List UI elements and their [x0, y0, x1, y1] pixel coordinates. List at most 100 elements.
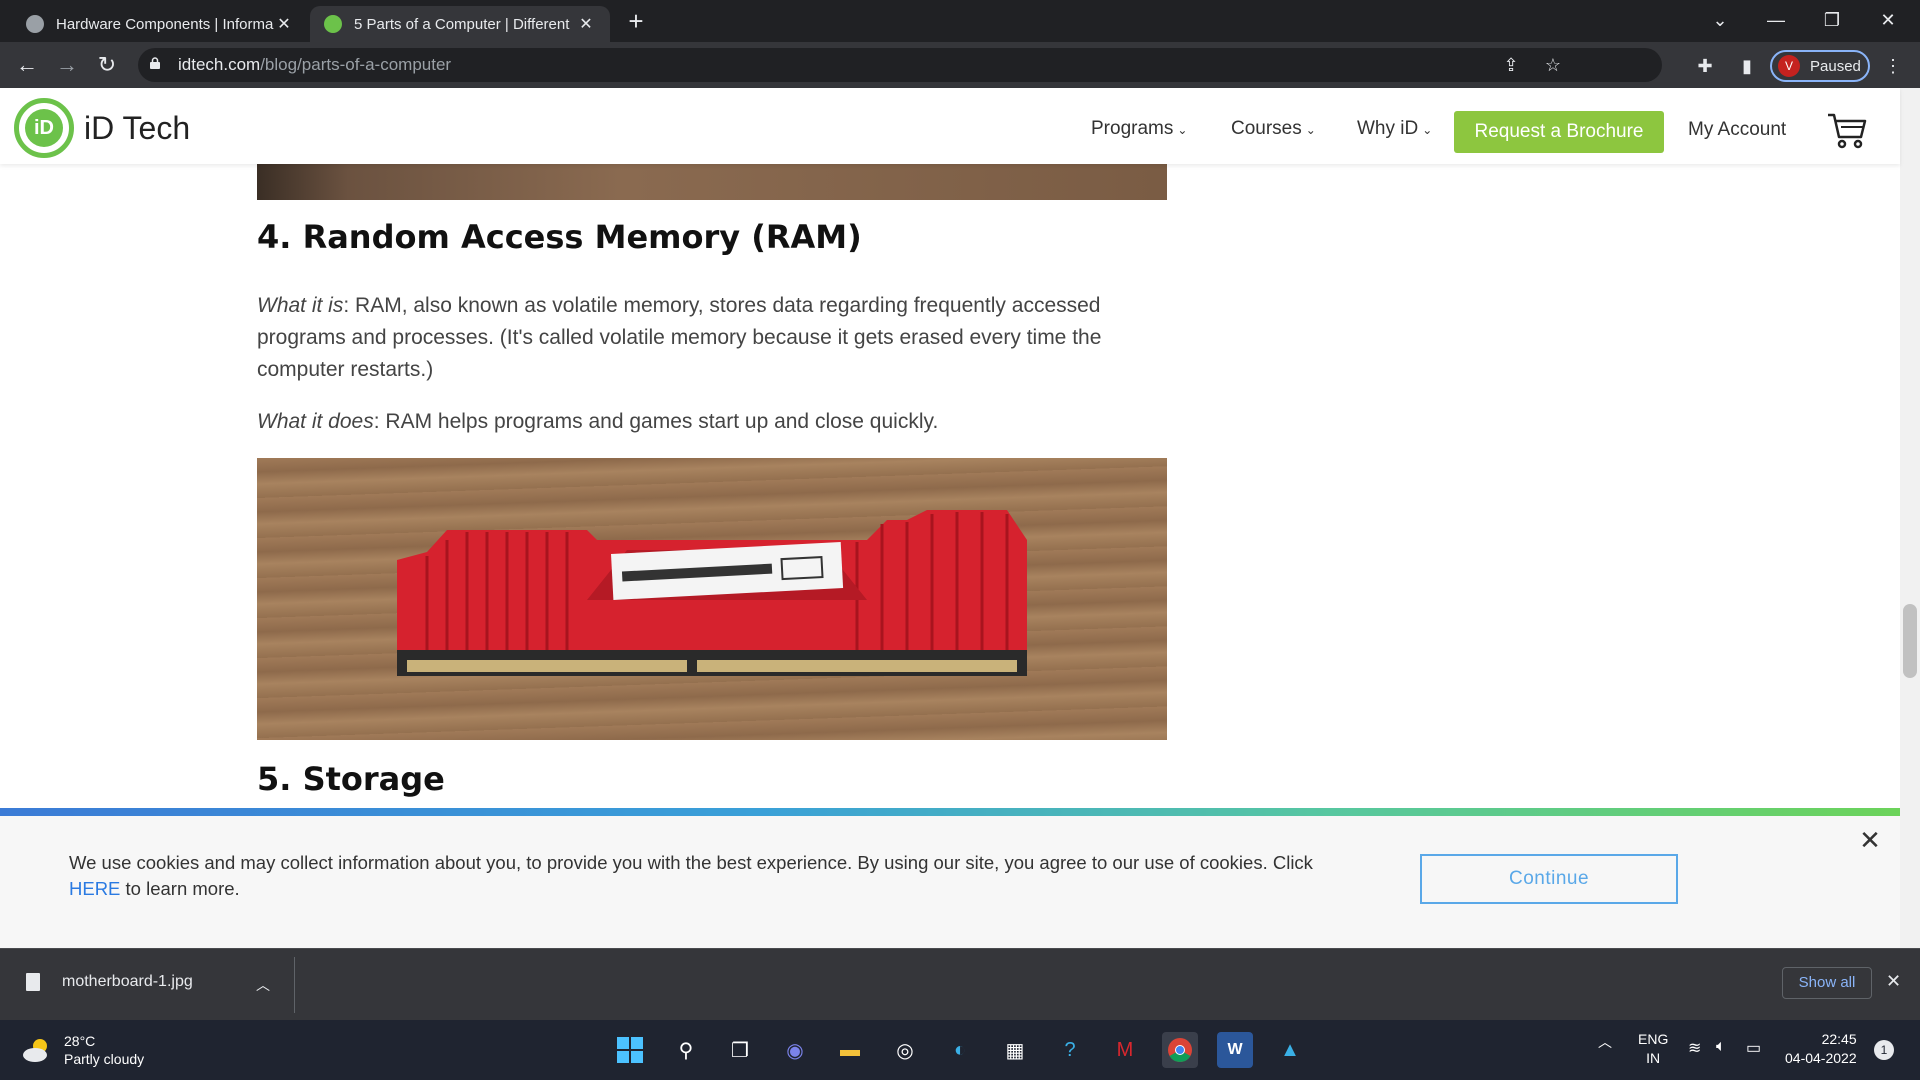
battery-icon[interactable]: ▭ — [1746, 1038, 1761, 1058]
tab-search-chevron-icon[interactable]: ⌄ — [1692, 0, 1748, 40]
weather-widget[interactable]: 28°C Partly cloudy — [22, 1032, 144, 1068]
avatar: V — [1778, 55, 1800, 77]
cookie-close-icon[interactable]: ✕ — [1858, 827, 1882, 853]
chevron-down-icon: ⌄ — [1177, 123, 1188, 137]
chevron-up-icon[interactable]: ︿ — [256, 975, 270, 995]
windows-taskbar: 28°C Partly cloudy ⚲ ❐ ◉ ▬ ◎ ◐ ▦ ? M W ▲… — [0, 1020, 1920, 1080]
share-icon[interactable]: ⇪ — [1500, 54, 1522, 76]
start-button[interactable] — [612, 1032, 648, 1068]
tab-hardware-components[interactable]: Hardware Components | Informa ✕ — [12, 6, 308, 42]
nav-programs[interactable]: Programs ⌄ — [1091, 118, 1187, 140]
ram-stick-image — [257, 458, 1167, 740]
forward-button[interactable]: → — [52, 50, 82, 80]
what-it-is-label: What it is — [257, 294, 344, 317]
photos-icon[interactable]: ▲ — [1272, 1032, 1308, 1068]
search-icon[interactable]: ⚲ — [668, 1032, 704, 1068]
bookmark-star-icon[interactable]: ☆ — [1542, 54, 1564, 76]
nav-courses[interactable]: Courses ⌄ — [1231, 118, 1316, 140]
github-icon[interactable]: ◎ — [887, 1032, 923, 1068]
minimize-button[interactable]: — — [1748, 0, 1804, 40]
profile-button[interactable]: V Paused — [1770, 50, 1870, 82]
new-tab-button[interactable]: + — [620, 6, 652, 38]
logo-text: iD Tech — [84, 109, 191, 146]
url-host: idtech.com — [178, 55, 261, 74]
scrollbar-thumb[interactable] — [1903, 604, 1917, 678]
logo-mark-icon: iD — [14, 98, 74, 158]
motherboard-image-bottom — [257, 164, 1167, 200]
lang-region: IN — [1646, 1050, 1661, 1066]
what-it-does-text: : RAM helps programs and games start up … — [373, 410, 939, 433]
ram-heading: 4. Random Access Memory (RAM) — [257, 218, 862, 256]
cookie-text-after: to learn more. — [120, 878, 240, 899]
cart-icon[interactable] — [1826, 112, 1868, 150]
lock-icon — [150, 57, 160, 69]
nav-courses-label: Courses — [1231, 118, 1302, 139]
windows-logo-icon — [617, 1037, 643, 1063]
menu-kebab-icon[interactable]: ⋮ — [1882, 55, 1904, 77]
side-panel-icon[interactable]: ▮ — [1736, 55, 1758, 77]
close-window-button[interactable]: ✕ — [1860, 0, 1916, 40]
close-download-bar-icon[interactable]: ✕ — [1886, 971, 1901, 992]
cookie-here-link[interactable]: HERE — [69, 878, 120, 899]
notification-badge[interactable]: 1 — [1874, 1040, 1894, 1060]
request-brochure-button[interactable]: Request a Brochure — [1454, 111, 1664, 153]
image-file-icon — [26, 973, 40, 991]
store-icon[interactable]: ▦ — [997, 1032, 1033, 1068]
globe-icon — [26, 15, 44, 33]
tab-title: Hardware Components | Informa — [56, 15, 274, 33]
reload-button[interactable]: ↻ — [92, 50, 122, 80]
wifi-icon[interactable]: ≋ — [1688, 1038, 1701, 1058]
task-view-icon[interactable]: ❐ — [722, 1032, 758, 1068]
file-explorer-icon[interactable]: ▬ — [832, 1032, 868, 1068]
browser-toolbar: ← → ↻ idtech.com/blog/parts-of-a-compute… — [0, 42, 1920, 88]
url-text[interactable]: idtech.com/blog/parts-of-a-computer — [178, 55, 451, 75]
nav-why-id[interactable]: Why iD ⌄ — [1357, 118, 1432, 140]
what-it-does-paragraph: What it does: RAM helps programs and gam… — [257, 406, 1167, 438]
chrome-icon[interactable] — [1162, 1032, 1198, 1068]
what-it-does-label: What it does — [257, 410, 374, 433]
tab-strip: Hardware Components | Informa ✕ 5 Parts … — [0, 0, 1920, 42]
cookie-text-before: We use cookies and may collect informati… — [69, 852, 1313, 873]
tab-parts-of-computer[interactable]: 5 Parts of a Computer | Different ✕ — [310, 6, 610, 42]
cookie-continue-button[interactable]: Continue — [1420, 854, 1678, 904]
close-tab-icon[interactable]: ✕ — [576, 14, 596, 34]
extensions-icon[interactable]: ✚ — [1694, 55, 1716, 77]
idtech-logo[interactable]: iD iD Tech — [14, 98, 190, 158]
download-item[interactable]: motherboard-1.jpg — [26, 973, 193, 991]
show-all-downloads-button[interactable]: Show all — [1782, 967, 1872, 999]
download-bar: motherboard-1.jpg ︿ Show all ✕ — [0, 948, 1920, 1020]
close-tab-icon[interactable]: ✕ — [274, 14, 294, 34]
lang-code: ENG — [1638, 1031, 1669, 1047]
download-filename: motherboard-1.jpg — [62, 973, 193, 990]
idtech-favicon-icon — [324, 15, 342, 33]
restore-button[interactable]: ❐ — [1804, 0, 1860, 40]
logo-mark-text: iD — [25, 109, 63, 147]
address-bar[interactable]: idtech.com/blog/parts-of-a-computer ⇪ ☆ — [138, 48, 1662, 82]
mcafee-icon[interactable]: M — [1107, 1032, 1143, 1068]
chevron-down-icon: ⌄ — [1422, 123, 1433, 137]
my-account-link[interactable]: My Account — [1688, 119, 1786, 141]
teams-chat-icon[interactable]: ◉ — [777, 1032, 813, 1068]
clock[interactable]: 22:45 04-04-2022 — [1785, 1030, 1857, 1068]
what-it-is-paragraph: What it is: RAM, also known as volatile … — [257, 290, 1167, 386]
cookie-message: We use cookies and may collect informati… — [69, 850, 1329, 902]
volume-icon[interactable]: 🔈︎ — [1716, 1038, 1726, 1056]
article-content: 4. Random Access Memory (RAM) What it is… — [0, 164, 1900, 808]
tray-overflow-icon[interactable]: ︿ — [1598, 1032, 1612, 1052]
chrome-logo-icon — [1168, 1038, 1192, 1063]
clock-date: 04-04-2022 — [1785, 1050, 1857, 1066]
clock-time: 22:45 — [1821, 1031, 1857, 1047]
nav-programs-label: Programs — [1091, 118, 1174, 139]
page-scrollbar[interactable] — [1900, 88, 1920, 948]
site-header: iD iD Tech Programs ⌄ Courses ⌄ Why iD ⌄ Re… — [0, 88, 1900, 164]
help-icon[interactable]: ? — [1052, 1032, 1088, 1068]
back-button[interactable]: ← — [12, 50, 42, 80]
ram-module-illustration — [397, 510, 1027, 676]
weather-temp: 28°C — [64, 1033, 96, 1049]
tab-title: 5 Parts of a Computer | Different — [354, 15, 570, 33]
profile-status: Paused — [1810, 57, 1861, 75]
what-it-is-text: : RAM, also known as volatile memory, st… — [257, 294, 1102, 381]
word-icon[interactable]: W — [1217, 1032, 1253, 1068]
edge-icon[interactable]: ◐ — [942, 1032, 978, 1068]
language-indicator[interactable]: ENG IN — [1638, 1030, 1668, 1068]
